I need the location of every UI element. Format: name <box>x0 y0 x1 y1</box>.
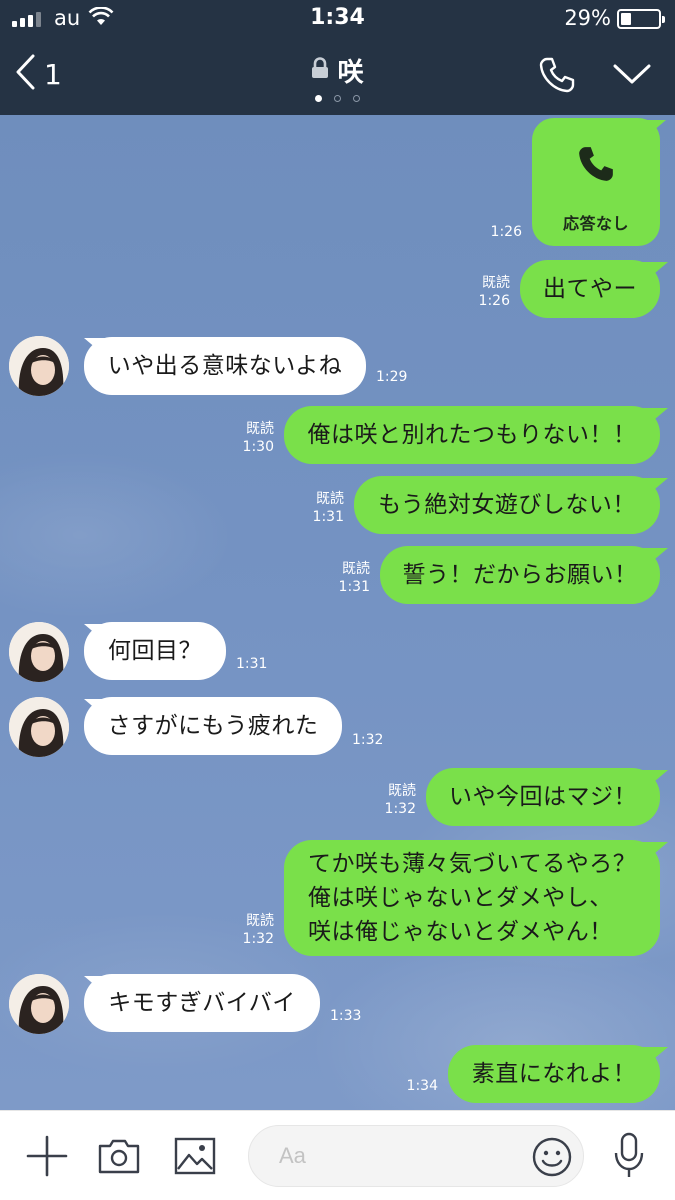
battery-level <box>621 13 631 25</box>
message-text: 素直になれよ！ <box>471 1061 637 1087</box>
message-text: 何回目？ <box>108 638 202 664</box>
image-icon[interactable] <box>174 1137 216 1179</box>
message-text: キモすぎバイバイ <box>108 990 296 1016</box>
message-time: 1:32 <box>242 931 274 947</box>
message-time: 1:26 <box>490 224 522 240</box>
camera-icon[interactable] <box>97 1137 141 1179</box>
message-time: 1:32 <box>352 732 384 748</box>
message-bubble[interactable]: 何回目？ <box>84 622 226 680</box>
page-dot <box>334 95 341 102</box>
message-text: いや出る意味ないよね <box>107 353 343 379</box>
call-status: 応答なし <box>562 214 629 233</box>
emoji-icon[interactable] <box>531 1136 573 1182</box>
lock-icon <box>311 56 329 86</box>
microphone-icon[interactable] <box>612 1131 646 1185</box>
message-time: 1:29 <box>376 369 408 385</box>
message-time: 1:33 <box>330 1008 362 1024</box>
message-text: 誓う！だからお願い！ <box>402 562 638 588</box>
message-text: もう絶対女遊びしない！ <box>378 492 636 518</box>
message-bubble[interactable]: いや出る意味ないよね <box>84 337 366 395</box>
read-receipt: 既読 <box>342 561 370 577</box>
message-bubble[interactable]: 俺は咲と別れたつもりない！！ <box>284 406 660 464</box>
avatar[interactable] <box>9 336 69 396</box>
message-bubble[interactable]: 出てやー <box>520 260 660 318</box>
plus-icon[interactable] <box>26 1135 68 1181</box>
chevron-down-icon[interactable] <box>612 62 652 90</box>
chat-title[interactable]: 咲 <box>311 52 364 89</box>
avatar[interactable] <box>9 622 69 682</box>
page-dot <box>353 95 360 102</box>
status-bar: au 1:34 29% <box>0 0 675 38</box>
page-dot <box>315 95 322 102</box>
message-time: 1:34 <box>406 1078 438 1094</box>
read-receipt: 既読 <box>388 783 416 799</box>
message-bubble[interactable]: さすがにもう疲れた <box>84 697 342 755</box>
message-text: 俺は咲と別れたつもりない！！ <box>307 422 637 448</box>
read-receipt: 既読 <box>246 913 274 929</box>
message-time: 1:31 <box>312 509 344 525</box>
message-time: 1:32 <box>384 801 416 817</box>
phone-icon[interactable] <box>538 56 576 98</box>
message-text: さすがにもう疲れた <box>107 713 319 739</box>
battery-icon <box>617 9 665 29</box>
message-bubble[interactable]: もう絶対女遊びしない！ <box>354 476 660 534</box>
chat-partner-name: 咲 <box>337 58 364 88</box>
top-bar: au 1:34 29% 1 咲 <box>0 0 675 115</box>
chat-area[interactable]: 応答なし 1:26 出てやー 既読 1:26 いや出る意味ないよね 1:29 俺… <box>0 115 675 1110</box>
avatar[interactable] <box>9 697 69 757</box>
call-bubble[interactable]: 応答なし <box>532 118 660 246</box>
message-time: 1:31 <box>236 656 268 672</box>
message-bubble[interactable]: キモすぎバイバイ <box>84 974 320 1032</box>
message-bubble[interactable]: てか咲も薄々気づいてるやろ？ 俺は咲じゃないとダメやし、 咲は俺じゃないとダメや… <box>284 840 660 956</box>
avatar[interactable] <box>9 974 69 1034</box>
read-receipt: 既読 <box>246 421 274 437</box>
battery-percent: 29% <box>564 6 611 30</box>
message-time: 1:30 <box>242 439 274 455</box>
phone-icon <box>576 144 616 190</box>
message-text: いや今回はマジ！ <box>449 784 637 810</box>
message-bubble[interactable]: いや今回はマジ！ <box>426 768 660 826</box>
message-time: 1:26 <box>478 293 510 309</box>
read-receipt: 既読 <box>316 491 344 507</box>
message-bubble[interactable]: 誓う！だからお願い！ <box>380 546 660 604</box>
message-input[interactable] <box>279 1126 519 1186</box>
read-receipt: 既読 <box>482 275 510 291</box>
message-bubble[interactable]: 素直になれよ！ <box>448 1045 660 1103</box>
message-text: 出てやー <box>543 276 637 302</box>
message-input-container <box>248 1125 584 1187</box>
composer-bar <box>0 1110 675 1200</box>
message-text: てか咲も薄々気づいてるやろ？ 俺は咲じゃないとダメやし、 咲は俺じゃないとダメや… <box>308 851 637 945</box>
message-time: 1:31 <box>338 579 370 595</box>
